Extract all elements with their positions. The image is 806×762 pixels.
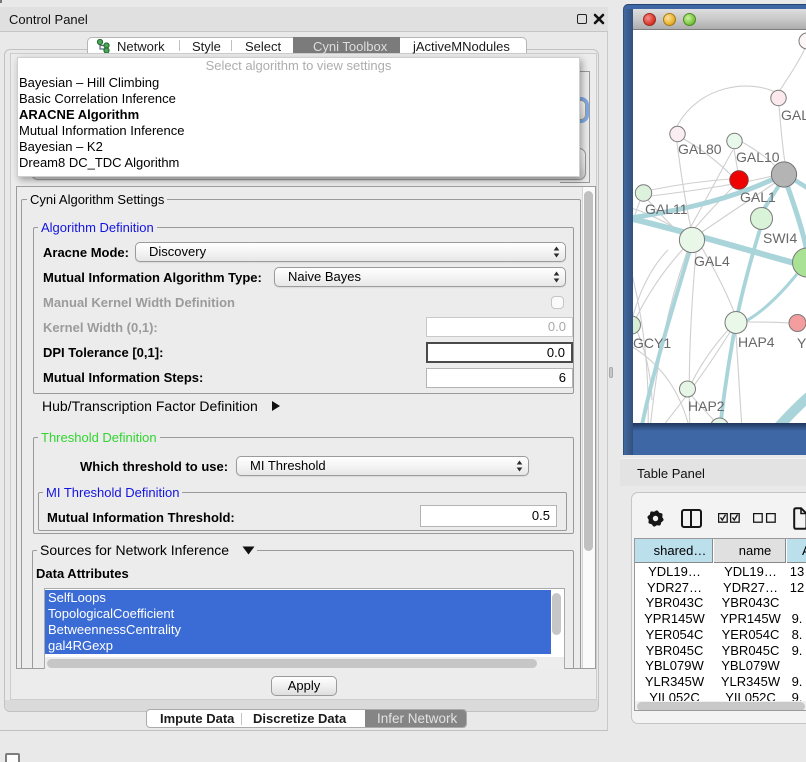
svg-text:GAL1: GAL1: [740, 189, 776, 205]
svg-text:GCY1: GCY1: [633, 335, 671, 351]
svg-text:GAL10: GAL10: [736, 149, 780, 165]
svg-text:HAP4: HAP4: [738, 334, 775, 350]
svg-text:GAL7: GAL7: [781, 107, 806, 123]
svg-text:SWI4: SWI4: [763, 230, 797, 246]
svg-text:GAL11: GAL11: [645, 201, 688, 217]
svg-text:GAL4: GAL4: [694, 253, 730, 269]
svg-text:HAP2: HAP2: [688, 398, 725, 414]
svg-text:Y: Y: [797, 335, 806, 351]
svg-text:GAL80: GAL80: [678, 141, 722, 157]
